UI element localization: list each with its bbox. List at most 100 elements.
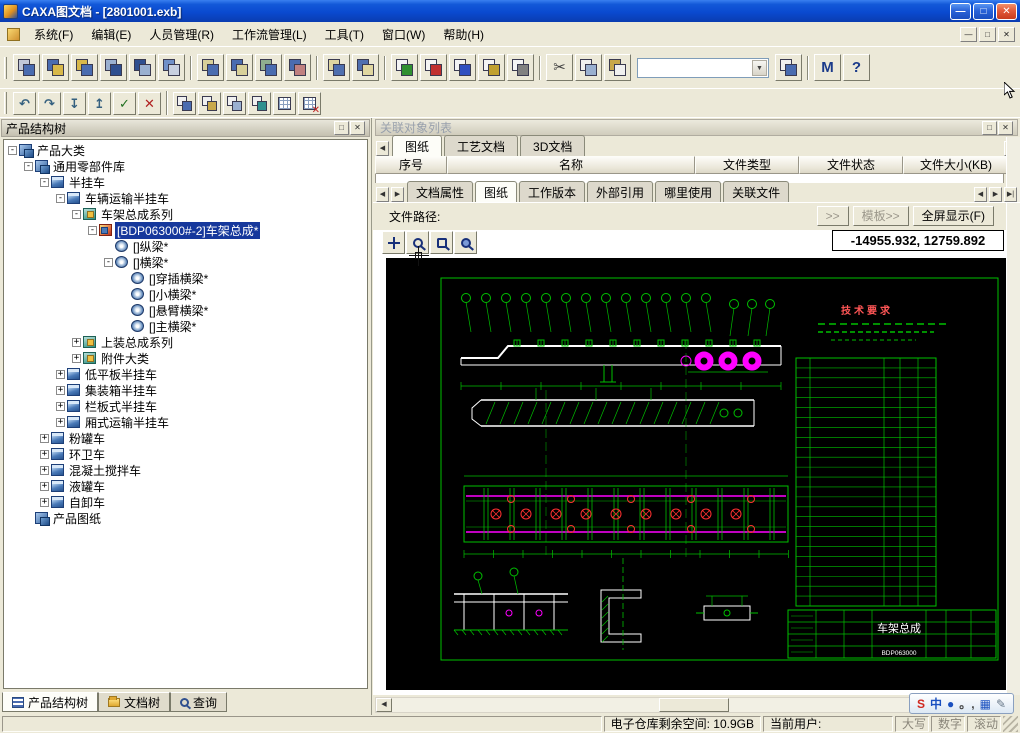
doc-tab-2[interactable]: 工作版本 [519,181,585,202]
related-tab-2[interactable]: 3D文档 [520,135,585,156]
doc-tab-1[interactable]: 图纸 [475,181,517,202]
redo-icon[interactable]: ↷ [38,92,61,115]
tree-item-label[interactable]: 通用零部件库 [51,158,127,175]
plus-expander-icon[interactable]: + [40,450,49,459]
tree-item[interactable]: -产品大类 [4,142,367,158]
tree-item[interactable]: []主横梁* [4,318,367,334]
plus-expander-icon[interactable]: + [56,402,65,411]
menu-item-3[interactable]: 工作流管理(L) [223,23,316,46]
tree-item[interactable]: +环卫车 [4,446,367,462]
remove-doc-icon[interactable] [420,54,447,81]
ime-halfwidth-icon[interactable]: ● [947,698,954,710]
tree-item[interactable]: -车架总成系列 [4,206,367,222]
tree-item-label[interactable]: [BDP063000#-2]车架总成* [115,222,260,239]
table-icon[interactable] [273,92,296,115]
pan-icon[interactable] [382,231,405,254]
paste-node-icon[interactable] [198,92,221,115]
doc-tab-5[interactable]: 关联文件 [723,181,789,202]
clone-icon[interactable] [223,92,246,115]
tree-item-label[interactable]: []悬臂横梁* [147,302,210,319]
commit-icon[interactable]: ✓ [113,92,136,115]
minus-expander-icon[interactable]: - [88,226,97,235]
minus-expander-icon[interactable]: - [104,258,113,267]
add-doc-icon[interactable] [391,54,418,81]
tree-item[interactable]: []纵梁* [4,238,367,254]
left-panel-close-button[interactable]: ✕ [350,121,365,135]
export-icon[interactable]: ↥ [88,92,111,115]
new-version-icon[interactable] [197,54,224,81]
minus-expander-icon[interactable]: - [24,162,33,171]
column-header-0[interactable]: 序号 [375,156,447,174]
tree-item[interactable]: +混凝土搅拌车 [4,462,367,478]
column-header-4[interactable]: 文件大小(KB) [903,156,1009,174]
menu-item-0[interactable]: 系统(F) [25,23,82,46]
tree-item-label[interactable]: 附件大类 [99,350,151,367]
link-icon[interactable] [248,92,271,115]
tree-item[interactable]: []小横梁* [4,286,367,302]
doc-info-icon[interactable] [507,54,534,81]
doc-tabs-nav-left-button[interactable]: ◀ [974,187,987,202]
plus-expander-icon[interactable]: + [72,354,81,363]
column-header-3[interactable]: 文件状态 [799,156,903,174]
side-tab-1[interactable]: 文档树 [98,692,170,712]
menu-item-5[interactable]: 窗口(W) [373,23,434,46]
child-close-button[interactable]: ✕ [998,27,1015,42]
tree-item-label[interactable]: 产品图纸 [51,510,103,527]
paste-icon[interactable] [604,54,631,81]
more-button[interactable]: >> [817,206,849,226]
tree-item-label[interactable]: []穿插横梁* [147,270,210,287]
doc-tab-4[interactable]: 哪里使用 [655,181,721,202]
template-button[interactable]: 模板>> [853,206,909,226]
child-restore-button[interactable]: □ [979,27,996,42]
tree-item[interactable]: + 附件大类 [4,350,367,366]
tree-item[interactable]: + 低平板半挂车 [4,366,367,382]
tree-item[interactable]: []悬臂横梁* [4,302,367,318]
ime-logo-icon[interactable]: S [917,698,925,710]
doc-tab-3[interactable]: 外部引用 [587,181,653,202]
ime-punct-icon[interactable]: 。, [959,698,974,710]
task-icon[interactable] [352,54,379,81]
tree-item[interactable]: + 栏板式半挂车 [4,398,367,414]
paste-special-icon[interactable] [775,54,802,81]
tree-item-label[interactable]: 粉罐车 [67,430,107,447]
toolbar-grip[interactable] [4,57,7,79]
plus-expander-icon[interactable]: + [40,482,49,491]
related-panel-close-button[interactable]: ✕ [998,121,1013,135]
query-docs-icon[interactable] [13,54,40,81]
tree-item-label[interactable]: 低平板半挂车 [83,366,159,383]
tree-item-label[interactable]: 自卸车 [67,494,107,511]
plus-expander-icon[interactable]: + [56,370,65,379]
tree-item[interactable]: - [BDP063000#-2]车架总成* [4,222,367,238]
reject-icon[interactable] [284,54,311,81]
tree-item-label[interactable]: 车架总成系列 [99,206,175,223]
history-icon[interactable] [129,54,156,81]
left-panel-dock-button[interactable]: □ [334,121,349,135]
checkin-icon[interactable] [42,54,69,81]
view-doc-icon[interactable] [478,54,505,81]
edit-doc-icon[interactable] [449,54,476,81]
tree-item-label[interactable]: 集装箱半挂车 [83,382,159,399]
release-icon[interactable] [226,54,253,81]
tree-item[interactable]: - []横梁* [4,254,367,270]
tree-item-label[interactable]: []横梁* [131,254,170,271]
approve-icon[interactable] [255,54,282,81]
ime-keyboard-icon[interactable]: ▦ [980,698,991,710]
tree-item-label[interactable]: 半挂车 [67,174,107,191]
plus-expander-icon[interactable]: + [40,434,49,443]
cad-canvas[interactable]: 技术要求车架总成BDP063000 [386,258,1006,690]
tree-item-label[interactable]: 栏板式半挂车 [83,398,159,415]
tree-item-label[interactable]: 上装总成系列 [99,334,175,351]
toolbar-grip[interactable] [4,92,7,114]
related-panel-dock-button[interactable]: □ [982,121,997,135]
cut-icon[interactable]: ✂ [546,54,573,81]
tree-item-label[interactable]: []主横梁* [147,318,198,335]
plus-expander-icon[interactable]: + [56,418,65,427]
maximize-button[interactable]: □ [973,3,994,20]
scroll-left-button[interactable]: ◀ [376,698,392,712]
doc-tab-0[interactable]: 文档属性 [407,181,473,202]
tree-item-label[interactable]: []小横梁* [147,286,198,303]
help-icon[interactable]: ? [843,54,870,81]
side-tab-0[interactable]: 产品结构树 [2,692,98,712]
undo-icon[interactable]: ↶ [13,92,36,115]
checkout-icon[interactable] [71,54,98,81]
